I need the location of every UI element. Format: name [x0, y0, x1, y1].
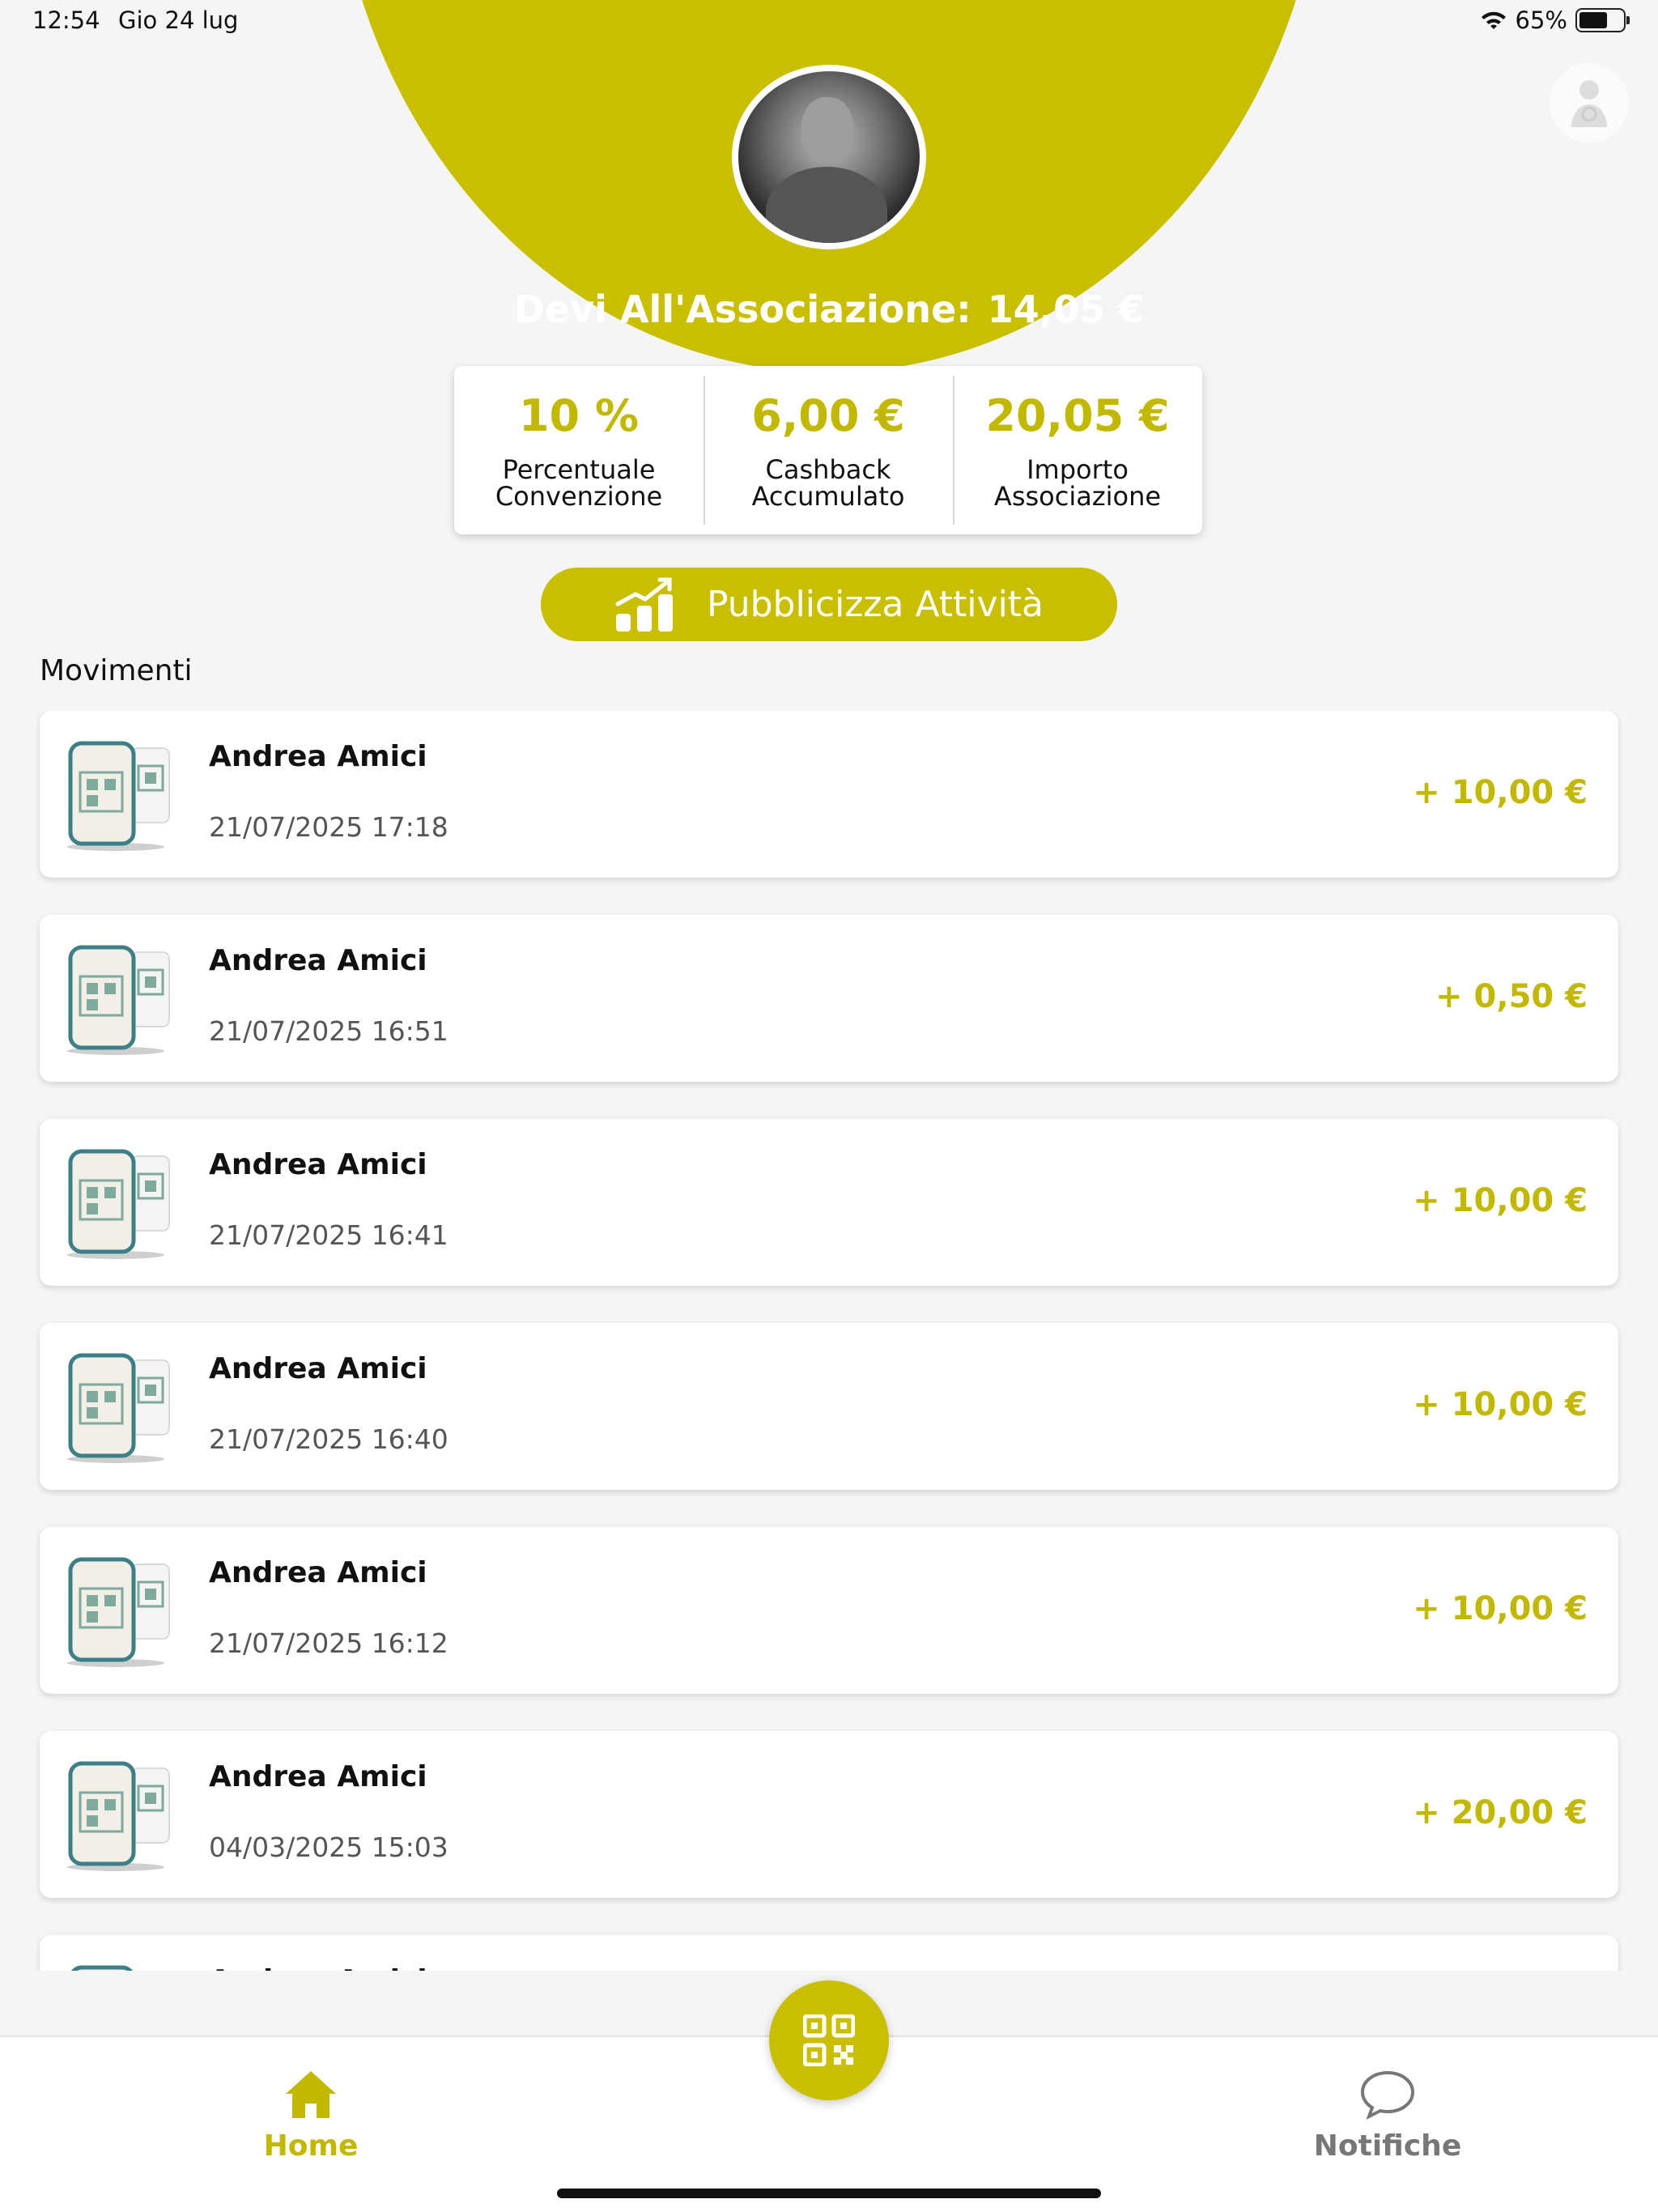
profile-button[interactable] — [1550, 63, 1629, 143]
tab-notifications[interactable]: Notifiche — [1266, 2069, 1509, 2163]
tab-home-label: Home — [263, 2129, 359, 2163]
promote-business-button[interactable]: Pubblicizza Attività — [541, 568, 1117, 641]
list-item[interactable]: Andrea Amici 21/07/2025 16:12 + 10,00 € — [40, 1527, 1618, 1694]
movement-amount: + 20,00 € — [1413, 1794, 1588, 1831]
phone-qr-icon — [67, 741, 170, 851]
stat-cashback: 6,00 € Cashback Accumulato — [704, 366, 953, 534]
movement-name: Andrea Amici — [209, 1760, 427, 1793]
phone-qr-icon — [67, 1353, 170, 1463]
movements-title: Movimenti — [40, 654, 193, 687]
tab-notifications-label: Notifiche — [1313, 2129, 1462, 2163]
movement-date: 21/07/2025 17:18 — [209, 811, 449, 843]
phone-qr-icon — [67, 945, 170, 1055]
list-item[interactable]: Andrea Amici 21/07/2025 16:41 + 10,00 € — [40, 1119, 1618, 1286]
phone-qr-icon — [70, 1965, 134, 1971]
movement-name: Andrea Amici — [209, 1352, 427, 1385]
movement-name: Andrea Amici — [209, 1556, 427, 1589]
stat-value: 10 % — [518, 390, 640, 441]
wifi-icon — [1481, 11, 1506, 29]
phone-qr-icon — [67, 1761, 170, 1871]
profile-photo — [738, 71, 920, 243]
stat-value: 6,00 € — [751, 390, 905, 441]
phone-qr-icon — [67, 1557, 170, 1667]
stat-label: Importo Associazione — [993, 454, 1162, 512]
stat-percentage: 10 % Percentuale Convenzione — [454, 366, 704, 534]
list-item[interactable]: Andrea Amici 21/07/2025 16:51 + 0,50 € — [40, 915, 1618, 1082]
movement-date: 04/03/2025 15:03 — [209, 1831, 449, 1863]
movement-date: 21/07/2025 16:41 — [209, 1219, 449, 1251]
movement-amount: + 10,00 € — [1413, 1386, 1588, 1423]
home-icon — [286, 2071, 336, 2118]
scan-qr-button[interactable] — [769, 1980, 889, 2100]
movement-amount: + 10,00 € — [1413, 774, 1588, 811]
movement-name: Andrea Amici — [209, 944, 427, 977]
movement-name: Andrea Amici — [209, 740, 427, 773]
growth-chart-icon — [615, 577, 673, 632]
tab-home[interactable]: Home — [189, 2069, 432, 2163]
movement-date: 21/07/2025 16:12 — [209, 1627, 449, 1659]
list-item[interactable]: Andrea Amici — [40, 1935, 1618, 1971]
chat-bubble-icon — [1360, 2070, 1415, 2121]
status-bar: 12:54 Gio 24 lug 65% — [0, 0, 1658, 45]
stat-value: 20,05 € — [985, 390, 1170, 441]
status-time: 12:54 — [32, 6, 100, 34]
list-item[interactable]: Andrea Amici 21/07/2025 17:18 + 10,00 € — [40, 711, 1618, 878]
user-icon — [1571, 80, 1607, 127]
movement-name: Andrea Amici — [209, 1148, 427, 1181]
status-right: 65% — [1480, 6, 1630, 34]
home-indicator[interactable] — [557, 2189, 1101, 2198]
stat-association: 20,05 € Importo Associazione — [953, 366, 1202, 534]
stat-label: Cashback Accumulato — [751, 454, 905, 512]
movement-date: 21/07/2025 16:40 — [209, 1423, 449, 1455]
battery-percent: 65% — [1515, 6, 1567, 34]
phone-qr-icon — [67, 1149, 170, 1259]
movements-list[interactable]: Andrea Amici 21/07/2025 17:18 + 10,00 € … — [0, 711, 1658, 1971]
movement-date: 21/07/2025 16:51 — [209, 1015, 449, 1047]
movement-amount: + 0,50 € — [1435, 978, 1588, 1015]
amount-due-value: 14,05 € — [987, 287, 1145, 331]
stats-card: 10 % Percentuale Convenzione 6,00 € Cash… — [454, 366, 1202, 534]
battery-icon — [1575, 8, 1630, 32]
status-date: Gio 24 lug — [118, 6, 239, 34]
amount-due: Devi All'Associazione: 14,05 € — [0, 287, 1658, 331]
list-item[interactable]: Andrea Amici 04/03/2025 15:03 + 20,00 € — [40, 1731, 1618, 1898]
movement-amount: + 10,00 € — [1413, 1182, 1588, 1219]
movement-name: Andrea Amici — [209, 1964, 427, 1971]
amount-due-label: Devi All'Associazione: — [513, 287, 971, 331]
list-item[interactable]: Andrea Amici 21/07/2025 16:40 + 10,00 € — [40, 1323, 1618, 1490]
promote-button-label: Pubblicizza Attività — [706, 584, 1044, 625]
qr-code-icon — [803, 2014, 855, 2066]
stat-label: Percentuale Convenzione — [495, 454, 663, 512]
avatar[interactable] — [732, 65, 926, 249]
movement-amount: + 10,00 € — [1413, 1590, 1588, 1627]
